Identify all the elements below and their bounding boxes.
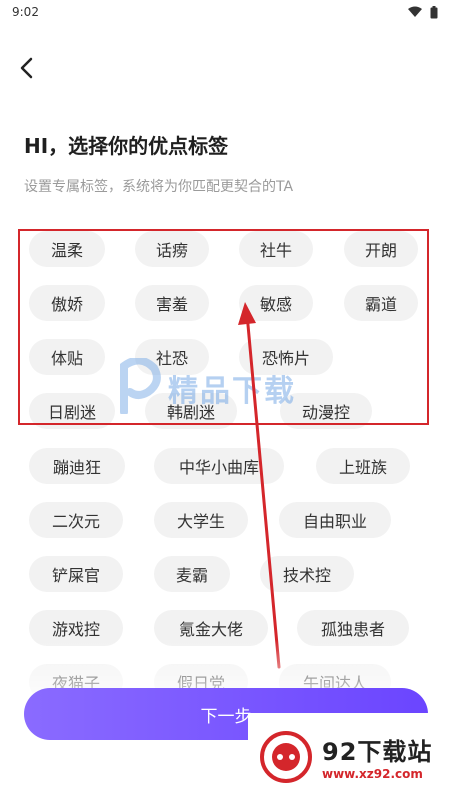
tag-chip[interactable]: 温柔: [29, 231, 105, 267]
site-logo: 92下载站 www.xz92.com: [248, 713, 450, 800]
tag-chip[interactable]: 敏感: [239, 285, 313, 321]
tag-chip[interactable]: 害羞: [135, 285, 209, 321]
tag-chip[interactable]: 铲屎官: [29, 556, 123, 592]
tag-chip[interactable]: 社恐: [135, 339, 209, 375]
tag-chip[interactable]: 开朗: [344, 231, 418, 267]
logo-url: www.xz92.com: [322, 767, 423, 781]
tag-chip[interactable]: 韩剧迷: [145, 393, 237, 429]
tag-chip[interactable]: 游戏控: [29, 610, 123, 646]
tag-chip[interactable]: 孤独患者: [297, 610, 409, 646]
tag-grid: 温柔 话痨 社牛 开朗 傲娇 害羞 敏感 霸道 体贴 社恐 恐怖片 日剧迷 韩剧…: [0, 0, 450, 800]
tag-chip[interactable]: 麦霸: [154, 556, 230, 592]
tag-chip[interactable]: 上班族: [316, 448, 410, 484]
tag-chip[interactable]: 氪金大佬: [154, 610, 268, 646]
tag-chip[interactable]: 社牛: [239, 231, 313, 267]
tag-chip[interactable]: 蹦迪狂: [29, 448, 125, 484]
tag-chip[interactable]: 恐怖片: [239, 339, 333, 375]
tag-chip[interactable]: 体贴: [29, 339, 105, 375]
tag-chip[interactable]: 傲娇: [29, 285, 105, 321]
tag-chip[interactable]: 话痨: [135, 231, 209, 267]
logo-title: 92下载站: [322, 738, 433, 766]
tag-chip[interactable]: 二次元: [29, 502, 123, 538]
tag-chip[interactable]: 技术控: [260, 556, 354, 592]
tag-chip[interactable]: 日剧迷: [29, 393, 115, 429]
tag-chip[interactable]: 中华小曲库: [154, 448, 284, 484]
gamepad-logo-icon: [260, 730, 312, 783]
tag-chip[interactable]: 霸道: [344, 285, 418, 321]
tag-chip[interactable]: 自由职业: [279, 502, 391, 538]
tag-chip[interactable]: 大学生: [154, 502, 248, 538]
tag-chip[interactable]: 动漫控: [280, 393, 372, 429]
